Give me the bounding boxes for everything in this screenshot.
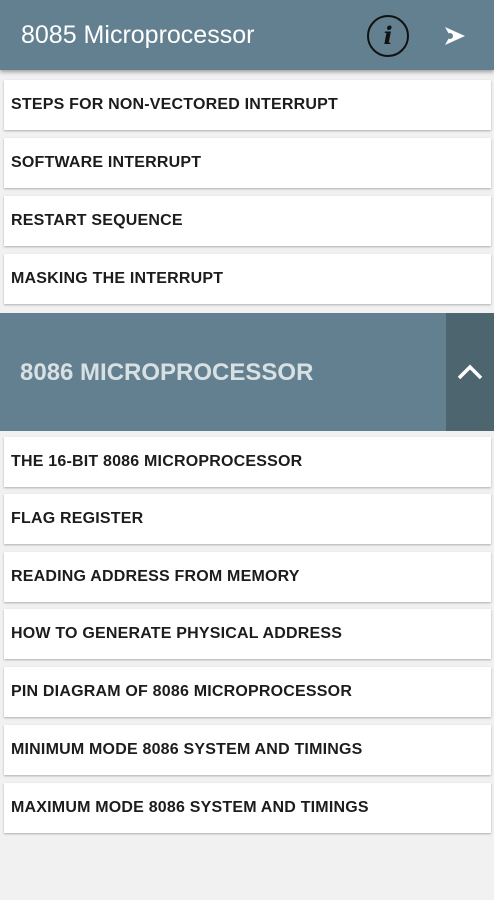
list-item-label: FLAG REGISTER	[11, 510, 144, 527]
app-bar: 8085 Microprocessor i	[0, 0, 494, 70]
list-item[interactable]: MAXIMUM MODE 8086 SYSTEM AND TIMINGS	[4, 783, 491, 833]
share-icon	[445, 27, 465, 45]
list-item[interactable]: HOW TO GENERATE PHYSICAL ADDRESS	[4, 609, 491, 659]
list-item-label: READING ADDRESS FROM MEMORY	[11, 568, 300, 585]
list-item[interactable]: RESTART SEQUENCE	[4, 196, 491, 246]
section-header-8086[interactable]: 8086 MICROPROCESSOR	[0, 313, 494, 431]
info-button[interactable]: i	[367, 15, 409, 57]
list-item[interactable]: MASKING THE INTERRUPT	[4, 254, 491, 304]
list-item[interactable]: READING ADDRESS FROM MEMORY	[4, 552, 491, 602]
list-item-label: HOW TO GENERATE PHYSICAL ADDRESS	[11, 625, 343, 642]
info-icon: i	[383, 21, 393, 50]
list-item[interactable]: SOFTWARE INTERRUPT	[4, 138, 491, 188]
list-item-label: MAXIMUM MODE 8086 SYSTEM AND TIMINGS	[11, 799, 369, 816]
list-item-label: SOFTWARE INTERRUPT	[11, 154, 202, 171]
collapse-button[interactable]	[446, 313, 494, 431]
list-item-label: THE 16-BIT 8086 MICROPROCESSOR	[11, 453, 303, 470]
list-item[interactable]: THE 16-BIT 8086 MICROPROCESSOR	[4, 437, 491, 487]
list-item-label: MASKING THE INTERRUPT	[11, 270, 224, 287]
list-item[interactable]: FLAG REGISTER	[4, 494, 491, 544]
list-item-label: PIN DIAGRAM OF 8086 MICROPROCESSOR	[11, 683, 353, 700]
list-item[interactable]: STEPS FOR NON-VECTORED INTERRUPT	[4, 80, 491, 130]
chevron-up-icon	[457, 364, 483, 380]
list-item-label: MINIMUM MODE 8086 SYSTEM AND TIMINGS	[11, 741, 363, 758]
app-title: 8085 Microprocessor	[21, 21, 255, 49]
section-title: 8086 MICROPROCESSOR	[20, 359, 314, 386]
list-item[interactable]: MINIMUM MODE 8086 SYSTEM AND TIMINGS	[4, 725, 491, 775]
list-item-label: RESTART SEQUENCE	[11, 212, 183, 229]
list-item[interactable]: PIN DIAGRAM OF 8086 MICROPROCESSOR	[4, 667, 491, 717]
list-item-label: STEPS FOR NON-VECTORED INTERRUPT	[11, 96, 339, 113]
share-button[interactable]	[438, 18, 474, 54]
